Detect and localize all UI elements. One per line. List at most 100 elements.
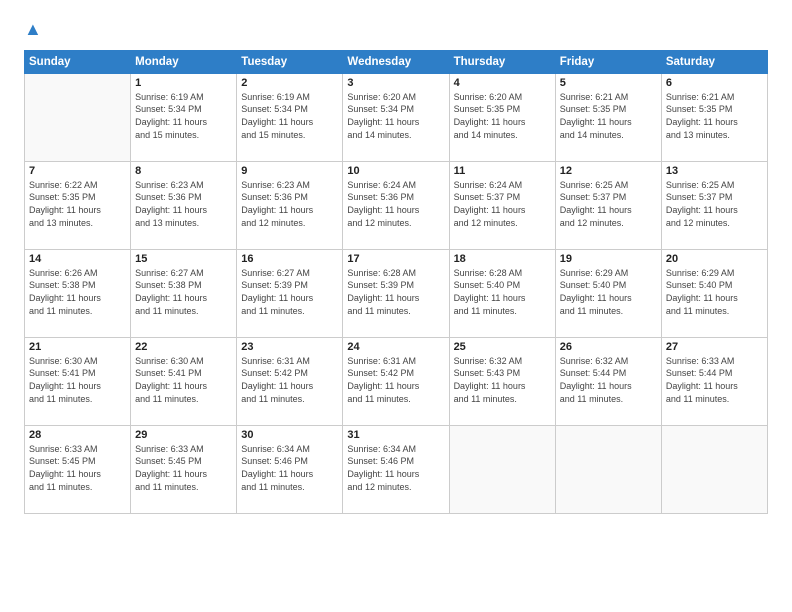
calendar-header-saturday: Saturday [661,50,767,73]
day-info: Sunrise: 6:31 AMSunset: 5:42 PMDaylight:… [241,355,338,405]
day-info: Sunrise: 6:23 AMSunset: 5:36 PMDaylight:… [135,179,232,229]
day-number: 31 [347,429,444,441]
day-info: Sunrise: 6:26 AMSunset: 5:38 PMDaylight:… [29,267,126,317]
calendar-cell: 7 Sunrise: 6:22 AMSunset: 5:35 PMDaylight… [25,161,131,249]
day-info: Sunrise: 6:31 AMSunset: 5:42 PMDaylight:… [347,355,444,405]
calendar-cell: 17 Sunrise: 6:28 AMSunset: 5:39 PMDayligh… [343,249,449,337]
calendar-cell: 30Sunrise: 6:34 AMSunset: 5:46 PMDayligh… [237,425,343,513]
calendar-header-friday: Friday [555,50,661,73]
calendar-cell: 26 Sunrise: 6:32 AMSunset: 5:44 PMDayligh… [555,337,661,425]
logo-icon: ▲ [24,19,42,39]
calendar-header-row: SundayMondayTuesdayWednesdayThursdayFrid… [25,50,768,73]
day-number: 25 [454,341,551,353]
calendar-cell [555,425,661,513]
day-number: 7 [29,165,126,177]
calendar-cell: 12 Sunrise: 6:25 AMSunset: 5:37 PMDayligh… [555,161,661,249]
calendar-cell [25,73,131,161]
day-info: Sunrise: 6:29 AMSunset: 5:40 PMDaylight:… [560,267,657,317]
day-number: 21 [29,341,126,353]
calendar-cell: 23 Sunrise: 6:31 AMSunset: 5:42 PMDayligh… [237,337,343,425]
calendar-week-row: 7 Sunrise: 6:22 AMSunset: 5:35 PMDaylight… [25,161,768,249]
day-info: Sunrise: 6:34 AMSunset: 5:46 PMDaylight:… [241,443,338,493]
day-info: Sunrise: 6:25 AMSunset: 5:37 PMDaylight:… [666,179,763,229]
day-number: 13 [666,165,763,177]
day-number: 23 [241,341,338,353]
calendar-cell: 24 Sunrise: 6:31 AMSunset: 5:42 PMDayligh… [343,337,449,425]
day-info: Sunrise: 6:34 AMSunset: 5:46 PMDaylight:… [347,443,444,493]
day-number: 10 [347,165,444,177]
day-info: Sunrise: 6:29 AMSunset: 5:40 PMDaylight:… [666,267,763,317]
day-info: Sunrise: 6:20 AMSunset: 5:34 PMDaylight:… [347,91,444,141]
day-info: Sunrise: 6:30 AMSunset: 5:41 PMDaylight:… [29,355,126,405]
calendar-header-thursday: Thursday [449,50,555,73]
calendar-header-monday: Monday [131,50,237,73]
calendar-cell: 11 Sunrise: 6:24 AMSunset: 5:37 PMDayligh… [449,161,555,249]
day-info: Sunrise: 6:23 AMSunset: 5:36 PMDaylight:… [241,179,338,229]
calendar-week-row: 21 Sunrise: 6:30 AMSunset: 5:41 PMDayligh… [25,337,768,425]
calendar-table: SundayMondayTuesdayWednesdayThursdayFrid… [24,50,768,514]
day-info: Sunrise: 6:22 AMSunset: 5:35 PMDaylight:… [29,179,126,229]
header: ▲ [24,20,768,40]
day-number: 5 [560,77,657,89]
calendar-header-wednesday: Wednesday [343,50,449,73]
calendar-cell: 15Sunrise: 6:27 AMSunset: 5:38 PMDayligh… [131,249,237,337]
day-info: Sunrise: 6:32 AMSunset: 5:44 PMDaylight:… [560,355,657,405]
calendar-cell: 9Sunrise: 6:23 AMSunset: 5:36 PMDaylight… [237,161,343,249]
day-number: 16 [241,253,338,265]
calendar-cell: 27 Sunrise: 6:33 AMSunset: 5:44 PMDayligh… [661,337,767,425]
day-number: 26 [560,341,657,353]
logo: ▲ [24,20,42,40]
day-number: 27 [666,341,763,353]
day-number: 4 [454,77,551,89]
calendar-header-sunday: Sunday [25,50,131,73]
calendar-week-row: 28Sunrise: 6:33 AMSunset: 5:45 PMDayligh… [25,425,768,513]
logo-text: ▲ [24,20,42,40]
day-number: 17 [347,253,444,265]
calendar-cell: 19 Sunrise: 6:29 AMSunset: 5:40 PMDayligh… [555,249,661,337]
day-number: 22 [135,341,232,353]
day-number: 6 [666,77,763,89]
calendar-cell: 10 Sunrise: 6:24 AMSunset: 5:36 PMDayligh… [343,161,449,249]
day-info: Sunrise: 6:21 AMSunset: 5:35 PMDaylight:… [560,91,657,141]
calendar-cell: 2 Sunrise: 6:19 AMSunset: 5:34 PMDaylight… [237,73,343,161]
day-number: 15 [135,253,232,265]
calendar-cell: 14Sunrise: 6:26 AMSunset: 5:38 PMDayligh… [25,249,131,337]
calendar-cell: 18 Sunrise: 6:28 AMSunset: 5:40 PMDayligh… [449,249,555,337]
day-number: 19 [560,253,657,265]
day-info: Sunrise: 6:24 AMSunset: 5:36 PMDaylight:… [347,179,444,229]
calendar-cell: 3 Sunrise: 6:20 AMSunset: 5:34 PMDaylight… [343,73,449,161]
calendar-cell: 25 Sunrise: 6:32 AMSunset: 5:43 PMDayligh… [449,337,555,425]
day-info: Sunrise: 6:33 AMSunset: 5:45 PMDaylight:… [135,443,232,493]
calendar-cell: 29Sunrise: 6:33 AMSunset: 5:45 PMDayligh… [131,425,237,513]
calendar-cell: 20 Sunrise: 6:29 AMSunset: 5:40 PMDayligh… [661,249,767,337]
calendar-cell: 31 Sunrise: 6:34 AMSunset: 5:46 PMDayligh… [343,425,449,513]
day-number: 24 [347,341,444,353]
calendar-cell: 4 Sunrise: 6:20 AMSunset: 5:35 PMDaylight… [449,73,555,161]
day-number: 2 [241,77,338,89]
day-info: Sunrise: 6:20 AMSunset: 5:35 PMDaylight:… [454,91,551,141]
day-number: 12 [560,165,657,177]
day-info: Sunrise: 6:25 AMSunset: 5:37 PMDaylight:… [560,179,657,229]
day-info: Sunrise: 6:27 AMSunset: 5:39 PMDaylight:… [241,267,338,317]
day-info: Sunrise: 6:21 AMSunset: 5:35 PMDaylight:… [666,91,763,141]
day-info: Sunrise: 6:28 AMSunset: 5:40 PMDaylight:… [454,267,551,317]
calendar-week-row: 1Sunrise: 6:19 AMSunset: 5:34 PMDaylight… [25,73,768,161]
calendar-cell: 16 Sunrise: 6:27 AMSunset: 5:39 PMDayligh… [237,249,343,337]
calendar-cell: 13 Sunrise: 6:25 AMSunset: 5:37 PMDayligh… [661,161,767,249]
day-info: Sunrise: 6:19 AMSunset: 5:34 PMDaylight:… [241,91,338,141]
day-number: 8 [135,165,232,177]
day-number: 18 [454,253,551,265]
day-number: 20 [666,253,763,265]
day-info: Sunrise: 6:32 AMSunset: 5:43 PMDaylight:… [454,355,551,405]
page: ▲ SundayMondayTuesdayWednesdayThursdayFr… [0,0,792,612]
calendar-cell: 8 Sunrise: 6:23 AMSunset: 5:36 PMDaylight… [131,161,237,249]
calendar-cell: 5 Sunrise: 6:21 AMSunset: 5:35 PMDaylight… [555,73,661,161]
day-info: Sunrise: 6:33 AMSunset: 5:44 PMDaylight:… [666,355,763,405]
day-info: Sunrise: 6:24 AMSunset: 5:37 PMDaylight:… [454,179,551,229]
day-info: Sunrise: 6:28 AMSunset: 5:39 PMDaylight:… [347,267,444,317]
day-number: 11 [454,165,551,177]
day-info: Sunrise: 6:19 AMSunset: 5:34 PMDaylight:… [135,91,232,141]
calendar-cell: 21 Sunrise: 6:30 AMSunset: 5:41 PMDayligh… [25,337,131,425]
day-number: 3 [347,77,444,89]
calendar-cell: 1Sunrise: 6:19 AMSunset: 5:34 PMDaylight… [131,73,237,161]
